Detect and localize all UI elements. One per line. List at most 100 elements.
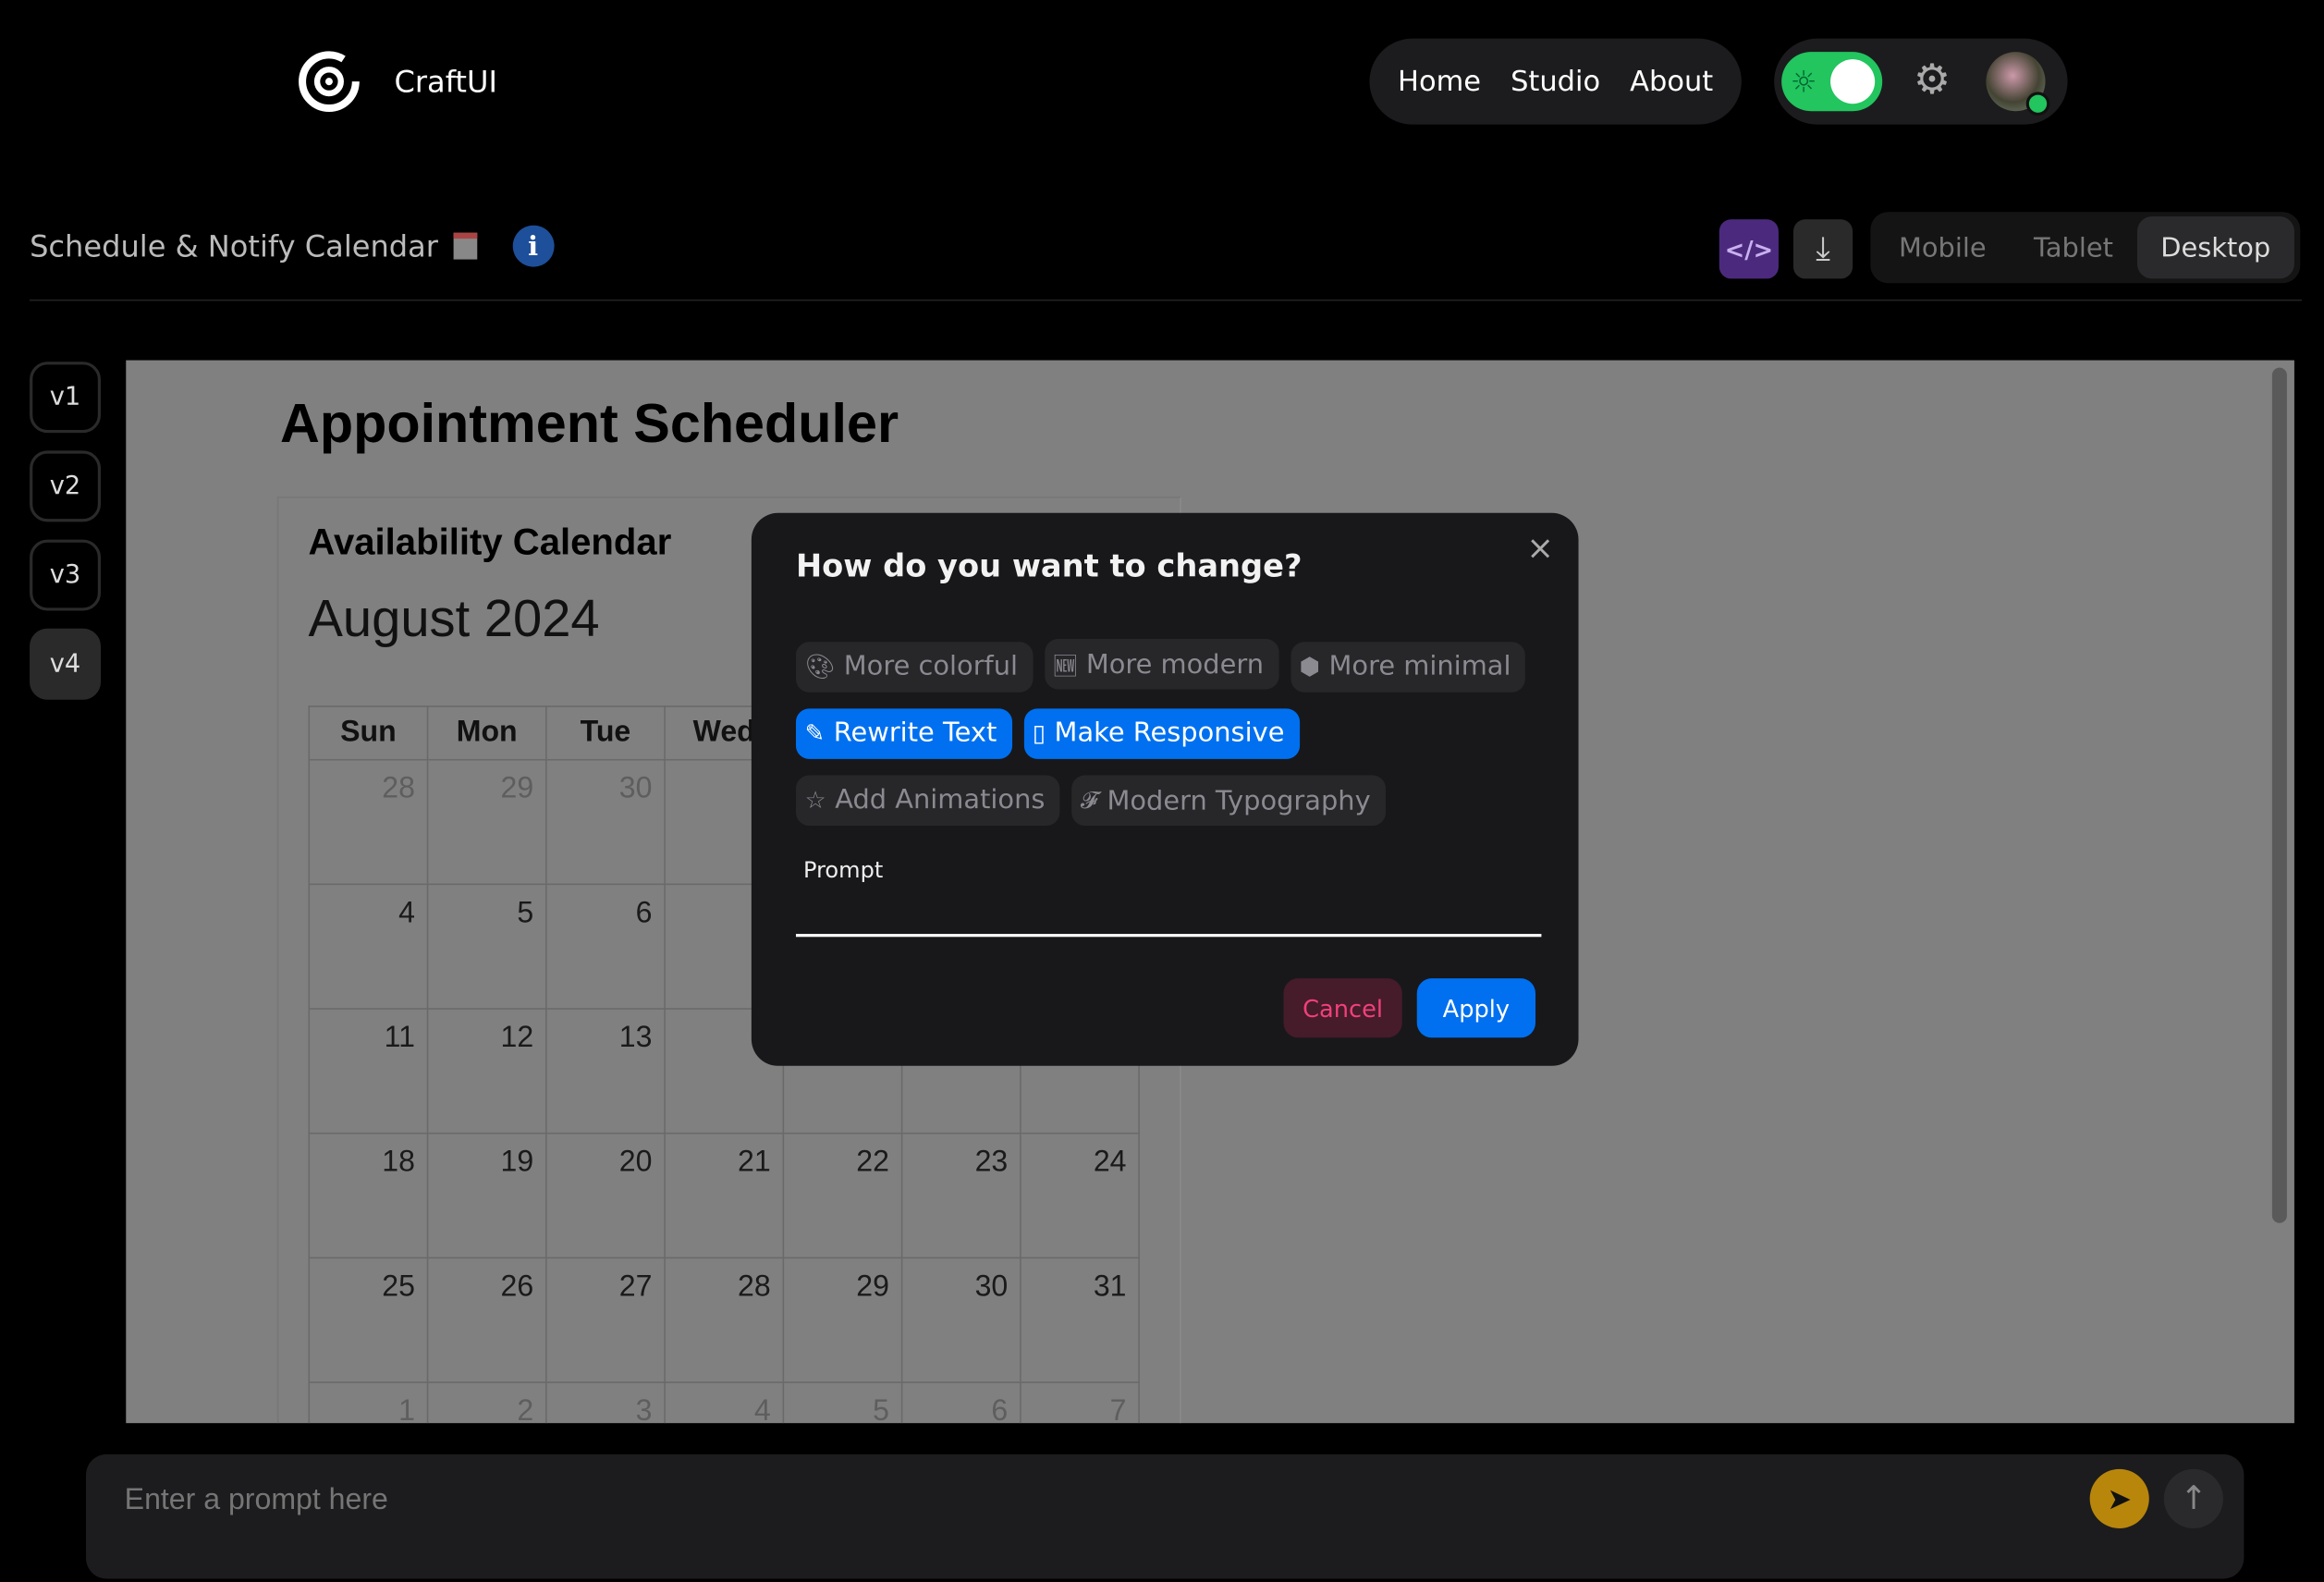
main-nav: Home Studio About bbox=[1369, 38, 1742, 125]
calendar-day[interactable]: 21 bbox=[664, 1132, 785, 1259]
calendar-day[interactable]: 6 bbox=[545, 883, 666, 1010]
option-modern-typography[interactable]: 𝓕 Modern Typography bbox=[1071, 775, 1386, 827]
view-mobile[interactable]: Mobile bbox=[1875, 216, 2010, 278]
calendar-day[interactable]: 7 bbox=[1020, 1381, 1140, 1424]
info-icon[interactable]: i bbox=[512, 225, 555, 267]
weekday-header: Sun bbox=[308, 705, 429, 761]
calendar-week: 18 19 20 21 22 23 24 bbox=[308, 1132, 1140, 1259]
font-icon: 𝓕 bbox=[1080, 785, 1098, 815]
calendar-day[interactable]: 4 bbox=[664, 1381, 785, 1424]
option-more-colorful[interactable]: 🎨︎ More colorful bbox=[795, 641, 1034, 692]
view-tablet[interactable]: Tablet bbox=[2010, 216, 2136, 278]
option-make-responsive[interactable]: ▯ Make Responsive bbox=[1023, 707, 1300, 759]
craftui-logo-icon bbox=[299, 51, 360, 113]
brand-name: CraftUI bbox=[394, 63, 497, 100]
weekday-header: Tue bbox=[545, 705, 666, 761]
sparkle-star-icon: ☆ bbox=[804, 785, 826, 815]
close-icon[interactable]: × bbox=[1526, 531, 1554, 568]
calendar-day[interactable]: 24 bbox=[1020, 1132, 1140, 1259]
prompt-input[interactable] bbox=[795, 892, 1542, 938]
code-icon: </> bbox=[1724, 235, 1774, 264]
nav-studio[interactable]: Studio bbox=[1511, 66, 1600, 98]
calendar-day[interactable]: 2 bbox=[426, 1381, 547, 1424]
avatar[interactable] bbox=[1986, 52, 2050, 117]
calendar-day[interactable]: 4 bbox=[308, 883, 429, 1010]
divider bbox=[30, 299, 2302, 301]
option-label: Add Animations bbox=[835, 784, 1046, 816]
send-button[interactable]: ↑ bbox=[2163, 1468, 2223, 1529]
calendar-day[interactable]: 3 bbox=[545, 1381, 666, 1424]
nav-home[interactable]: Home bbox=[1398, 66, 1481, 98]
calendar-day[interactable]: 12 bbox=[426, 1008, 547, 1134]
calendar-day[interactable]: 6 bbox=[900, 1381, 1021, 1424]
pencil-icon: ✎ bbox=[804, 718, 826, 748]
option-label: More colorful bbox=[843, 650, 1019, 682]
project-title: Schedule & Notify Calendar bbox=[30, 227, 438, 264]
option-more-modern[interactable]: 🆕︎ More modern bbox=[1044, 639, 1279, 690]
calendar-day[interactable]: 28 bbox=[664, 1257, 785, 1383]
calendar-day[interactable]: 13 bbox=[545, 1008, 666, 1134]
version-v2[interactable]: v2 bbox=[30, 450, 102, 522]
option-add-animations[interactable]: ☆ Add Animations bbox=[795, 774, 1060, 826]
gear-icon[interactable]: ⚙ bbox=[1914, 55, 1951, 104]
view-mode-switcher: Mobile Tablet Desktop bbox=[1870, 212, 2301, 284]
calendar-day[interactable]: 19 bbox=[426, 1132, 547, 1259]
calendar-day[interactable]: 11 bbox=[308, 1008, 429, 1134]
cancel-button[interactable]: Cancel bbox=[1283, 978, 1402, 1038]
calendar-day[interactable]: 20 bbox=[545, 1132, 666, 1259]
calendar-day[interactable]: 27 bbox=[545, 1257, 666, 1383]
calendar-day[interactable]: 1 bbox=[308, 1381, 429, 1424]
version-v4[interactable]: v4 bbox=[30, 628, 102, 700]
sun-icon: ☼ bbox=[1790, 63, 1817, 100]
calendar-month: August 2024 bbox=[308, 590, 600, 648]
calendar-week: 25 26 27 28 29 30 31 bbox=[308, 1257, 1140, 1383]
calendar-day[interactable]: 22 bbox=[782, 1132, 903, 1259]
cursor-arrow-icon: ➤ bbox=[2107, 1480, 2133, 1517]
calendar-day[interactable]: 5 bbox=[426, 883, 547, 1010]
calendar-emoji-icon bbox=[453, 232, 477, 260]
option-label: More modern bbox=[1085, 648, 1265, 681]
cube-icon: ⬢ bbox=[1299, 652, 1320, 681]
theme-toggle[interactable]: ☼ bbox=[1781, 52, 1883, 112]
new-badge-icon: 🆕︎ bbox=[1053, 652, 1078, 681]
preview-title: Appointment Scheduler bbox=[280, 392, 899, 454]
calendar-day[interactable]: 5 bbox=[782, 1381, 903, 1424]
prompt-label: Prompt bbox=[802, 856, 884, 884]
preview-scrollbar[interactable] bbox=[2271, 367, 2287, 1223]
option-label: More minimal bbox=[1328, 650, 1511, 682]
code-view-button[interactable]: </> bbox=[1719, 219, 1779, 279]
version-v3[interactable]: v3 bbox=[30, 539, 102, 611]
version-v1[interactable]: v1 bbox=[30, 362, 102, 434]
calendar-day[interactable]: 23 bbox=[900, 1132, 1021, 1259]
apply-button[interactable]: Apply bbox=[1416, 978, 1536, 1038]
palette-icon: 🎨︎ bbox=[804, 652, 836, 681]
calendar-day[interactable]: 26 bbox=[426, 1257, 547, 1383]
calendar-day[interactable]: 30 bbox=[900, 1257, 1021, 1383]
change-modal: How do you want to change? × 🎨︎ More colo… bbox=[751, 512, 1579, 1066]
calendar-day[interactable]: 18 bbox=[308, 1132, 429, 1259]
calendar-day[interactable]: 29 bbox=[782, 1257, 903, 1383]
option-more-minimal[interactable]: ⬢ More minimal bbox=[1290, 641, 1526, 692]
phone-icon: ▯ bbox=[1032, 718, 1046, 748]
view-desktop[interactable]: Desktop bbox=[2136, 216, 2294, 279]
logo[interactable]: CraftUI bbox=[297, 49, 497, 115]
weekday-header: Mon bbox=[426, 705, 547, 761]
main-prompt-input[interactable] bbox=[121, 1475, 2055, 1526]
option-label: Rewrite Text bbox=[833, 717, 997, 749]
arrow-up-icon: ↑ bbox=[2180, 1479, 2208, 1517]
option-rewrite-text[interactable]: ✎ Rewrite Text bbox=[795, 707, 1012, 759]
calendar-day[interactable]: 28 bbox=[308, 758, 429, 886]
online-indicator bbox=[2025, 92, 2050, 117]
calendar-day[interactable]: 29 bbox=[426, 758, 547, 886]
calendar-day[interactable]: 30 bbox=[545, 758, 666, 886]
option-label: Modern Typography bbox=[1107, 784, 1371, 816]
download-button[interactable]: ⤓ bbox=[1792, 219, 1853, 279]
calendar-week: 1234567 bbox=[308, 1381, 1140, 1424]
calendar-day[interactable]: 31 bbox=[1020, 1257, 1140, 1383]
option-label: Make Responsive bbox=[1054, 717, 1285, 749]
nav-about[interactable]: About bbox=[1630, 66, 1713, 98]
prompt-bar: ➤ ↑ bbox=[85, 1453, 2244, 1579]
calendar-day[interactable]: 25 bbox=[308, 1257, 429, 1383]
modal-title: How do you want to change? bbox=[795, 548, 1303, 584]
select-element-button[interactable]: ➤ bbox=[2089, 1468, 2149, 1529]
